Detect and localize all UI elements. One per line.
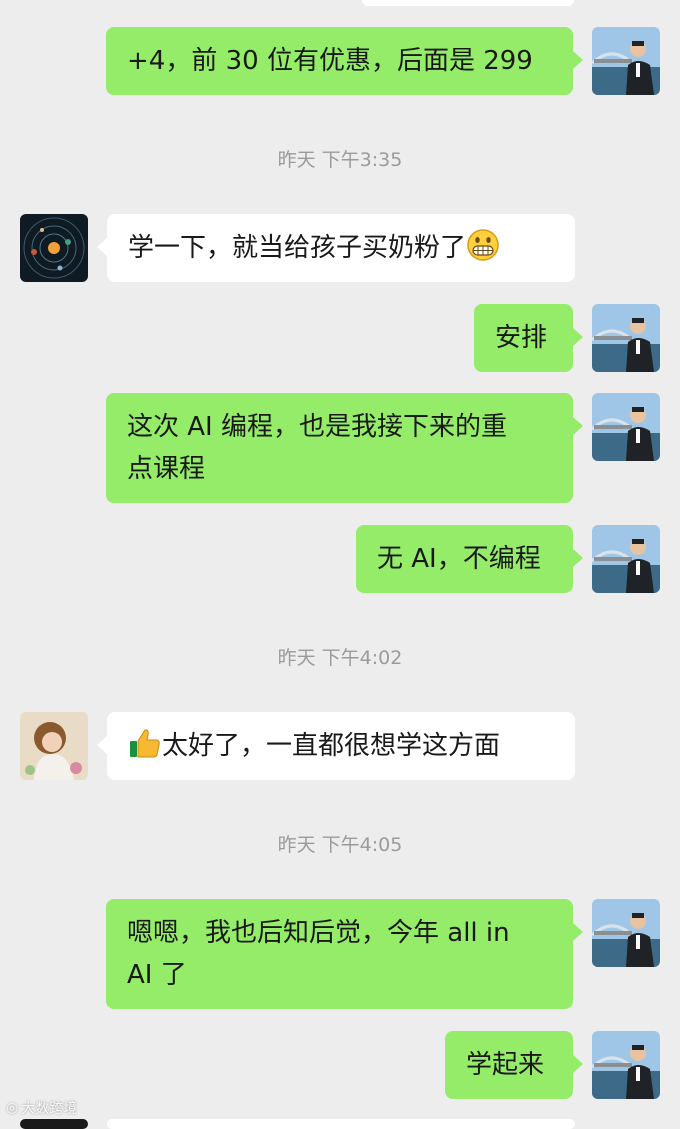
photo-avatar[interactable] [592,27,660,95]
photo-avatar[interactable] [592,525,660,593]
message-bubble[interactable]: 安排 [474,304,583,372]
message-text: 太好了，一直都很想学这方面 [162,731,501,761]
message-text: 无 AI，不编程 [377,544,541,574]
message-bubble[interactable]: 学一下，就当给孩子买奶粉了 [97,214,575,282]
message-text-line: 点课程 [127,454,206,484]
watermark-logo-icon: ◎ [6,1100,19,1116]
timestamp: 昨天 下午3:35 [277,149,403,171]
thumbs-up-icon [128,726,162,760]
message-text-line: 嗯嗯，我也后知后觉，今年 all in [127,918,510,948]
girl-avatar[interactable] [20,712,88,780]
message-text-line: AI 了 [127,960,187,990]
message-text: 安排 [495,323,548,353]
message-bubble[interactable]: 学起来 [445,1031,583,1099]
message-bubble[interactable]: +4，前 30 位有优惠，后面是 299 [106,27,583,95]
previous-message-edge [362,0,574,6]
photo-avatar[interactable] [592,1031,660,1099]
timestamp: 昨天 下午4:02 [277,647,403,669]
message-text: 学起来 [466,1050,545,1080]
grinning-face-icon [466,228,500,262]
solar-system-avatar[interactable] [20,214,88,282]
message-bubble[interactable]: 太好了，一直都很想学这方面 [97,712,575,780]
watermark-text: 大数跨境 [21,1101,78,1117]
next-message-edge [107,1119,575,1129]
watermark: ◎ 大数跨境 [6,1098,77,1118]
message-bubble[interactable]: 这次 AI 编程，也是我接下来的重 点课程 [106,393,583,503]
timestamp: 昨天 下午4:05 [277,834,403,856]
message-text: 学一下，就当给孩子买奶粉了 [128,233,467,263]
message-text: +4，前 30 位有优惠，后面是 299 [127,46,533,76]
next-avatar-edge [20,1119,88,1129]
message-text-line: 这次 AI 编程，也是我接下来的重 [127,412,507,442]
photo-avatar[interactable] [592,899,660,967]
message-bubble[interactable]: 嗯嗯，我也后知后觉，今年 all in AI 了 [106,899,583,1009]
photo-avatar[interactable] [592,304,660,372]
message-bubble[interactable]: 无 AI，不编程 [356,525,583,593]
photo-avatar[interactable] [592,393,660,461]
